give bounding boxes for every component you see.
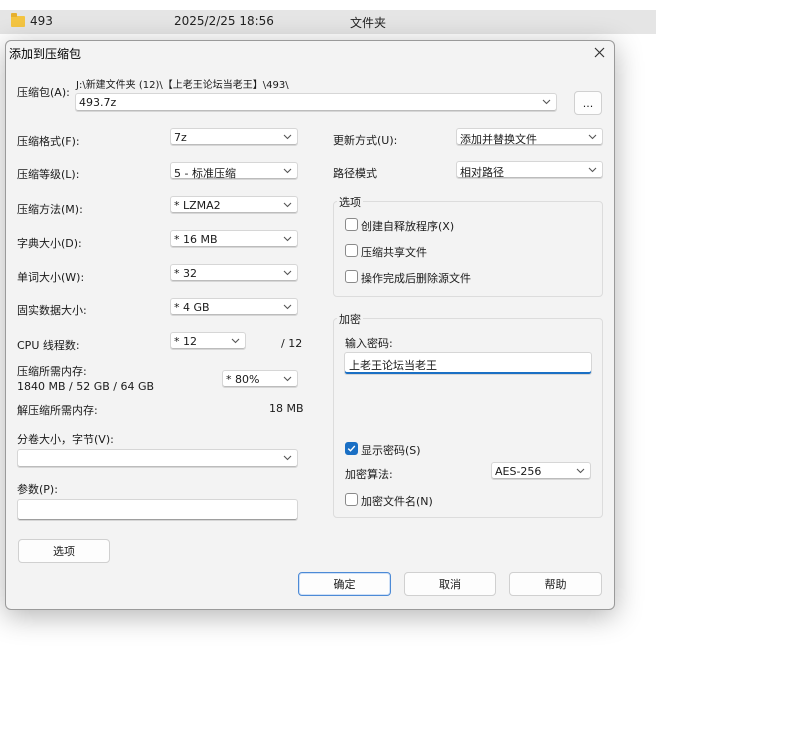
- chevron-down-icon: [283, 131, 292, 143]
- mem-comp-detail: 1840 MB / 52 GB / 64 GB: [17, 380, 155, 393]
- file-date: 2025/2/25 18:56: [174, 14, 274, 28]
- check-icon: [347, 445, 356, 452]
- mem-comp-label: 压缩所需内存:: [17, 365, 87, 378]
- chevron-down-icon: [588, 131, 597, 143]
- chevron-down-icon: [542, 96, 551, 108]
- word-label: 单词大小(W):: [17, 271, 85, 284]
- word-value: * 32: [174, 267, 197, 280]
- enc-method-label: 加密算法:: [345, 468, 393, 481]
- sfx-label: 创建自释放程序(X): [361, 220, 455, 233]
- delete-after-checkbox[interactable]: [345, 270, 358, 283]
- archive-path: J:\新建文件夹 (12)\【上老王论坛当老王】\493\: [76, 80, 289, 91]
- solid-combo[interactable]: * 4 GB: [170, 298, 298, 316]
- threads-total: / 12: [281, 337, 303, 350]
- file-name: 493: [30, 14, 53, 28]
- format-value: 7z: [174, 131, 187, 144]
- folder-icon: [11, 13, 25, 27]
- pathmode-value: 相对路径: [460, 166, 504, 179]
- volume-label: 分卷大小，字节(V):: [17, 433, 114, 446]
- chevron-down-icon: [576, 465, 585, 477]
- update-label: 更新方式(U):: [333, 134, 398, 147]
- archive-name-combo[interactable]: 493.7z: [75, 93, 557, 112]
- mem-comp-value: * 80%: [226, 373, 260, 386]
- archive-name-value: 493.7z: [79, 96, 117, 109]
- method-combo[interactable]: * LZMA2: [170, 196, 298, 214]
- threads-label: CPU 线程数:: [17, 339, 80, 352]
- options-button[interactable]: 选项: [18, 539, 110, 563]
- chevron-down-icon: [283, 452, 292, 464]
- mem-comp-combo[interactable]: * 80%: [222, 370, 298, 388]
- password-label: 输入密码:: [345, 337, 393, 350]
- dict-label: 字典大小(D):: [17, 237, 82, 250]
- threads-combo[interactable]: * 12: [170, 332, 246, 350]
- solid-value: * 4 GB: [174, 301, 210, 314]
- chevron-down-icon: [588, 164, 597, 176]
- encrypt-names-label: 加密文件名(N): [361, 495, 433, 508]
- method-value: * LZMA2: [174, 199, 221, 212]
- dict-combo[interactable]: * 16 MB: [170, 230, 298, 248]
- browse-button[interactable]: ...: [574, 91, 602, 115]
- params-label: 参数(P):: [17, 483, 58, 496]
- update-combo[interactable]: 添加并替换文件: [456, 128, 603, 146]
- explorer-file-row[interactable]: 493 2025/2/25 18:56 文件夹: [0, 10, 656, 34]
- volume-combo[interactable]: [17, 449, 298, 468]
- close-button[interactable]: [586, 41, 612, 63]
- mem-decomp-label: 解压缩所需内存:: [17, 404, 98, 417]
- ok-button[interactable]: 确定: [298, 572, 391, 596]
- level-label: 压缩等级(L):: [17, 168, 80, 181]
- file-type: 文件夹: [350, 16, 387, 30]
- chevron-down-icon: [283, 233, 292, 245]
- show-password-checkbox[interactable]: [345, 442, 358, 455]
- chevron-down-icon: [283, 267, 292, 279]
- dict-value: * 16 MB: [174, 233, 218, 246]
- delete-after-label: 操作完成后删除源文件: [361, 272, 471, 285]
- sfx-checkbox[interactable]: [345, 218, 358, 231]
- chevron-down-icon: [283, 373, 292, 385]
- level-combo[interactable]: 5 - 标准压缩: [170, 162, 298, 180]
- shared-label: 压缩共享文件: [361, 246, 427, 259]
- options-group-title: 选项: [337, 194, 363, 210]
- archive-label: 压缩包(A):: [17, 86, 70, 99]
- chevron-down-icon: [283, 165, 292, 177]
- close-icon: [594, 47, 604, 57]
- shared-checkbox[interactable]: [345, 244, 358, 257]
- params-input[interactable]: [17, 499, 298, 521]
- enc-method-value: AES-256: [495, 465, 542, 478]
- cancel-button[interactable]: 取消: [404, 572, 496, 596]
- encrypt-names-checkbox[interactable]: [345, 493, 358, 506]
- format-label: 压缩格式(F):: [17, 135, 80, 148]
- mem-decomp-value: 18 MB: [269, 402, 304, 415]
- password-input[interactable]: 上老王论坛当老王: [344, 352, 592, 375]
- add-to-archive-dialog: 添加到压缩包 压缩包(A): J:\新建文件夹 (12)\【上老王论坛当老王】\…: [5, 40, 615, 610]
- encryption-group-title: 加密: [337, 311, 363, 327]
- update-value: 添加并替换文件: [460, 133, 537, 146]
- help-button[interactable]: 帮助: [509, 572, 602, 596]
- format-combo[interactable]: 7z: [170, 128, 298, 146]
- pathmode-label: 路径模式: [333, 167, 377, 180]
- show-password-label: 显示密码(S): [361, 444, 421, 457]
- threads-value: * 12: [174, 335, 197, 348]
- word-combo[interactable]: * 32: [170, 264, 298, 282]
- password-value: 上老王论坛当老王: [349, 359, 437, 372]
- pathmode-combo[interactable]: 相对路径: [456, 161, 603, 179]
- level-value: 5 - 标准压缩: [174, 167, 236, 180]
- chevron-down-icon: [231, 335, 240, 347]
- chevron-down-icon: [283, 301, 292, 313]
- enc-method-combo[interactable]: AES-256: [491, 462, 591, 480]
- method-label: 压缩方法(M):: [17, 203, 83, 216]
- solid-label: 固实数据大小:: [17, 304, 87, 317]
- chevron-down-icon: [283, 199, 292, 211]
- dialog-title: 添加到压缩包: [9, 47, 82, 61]
